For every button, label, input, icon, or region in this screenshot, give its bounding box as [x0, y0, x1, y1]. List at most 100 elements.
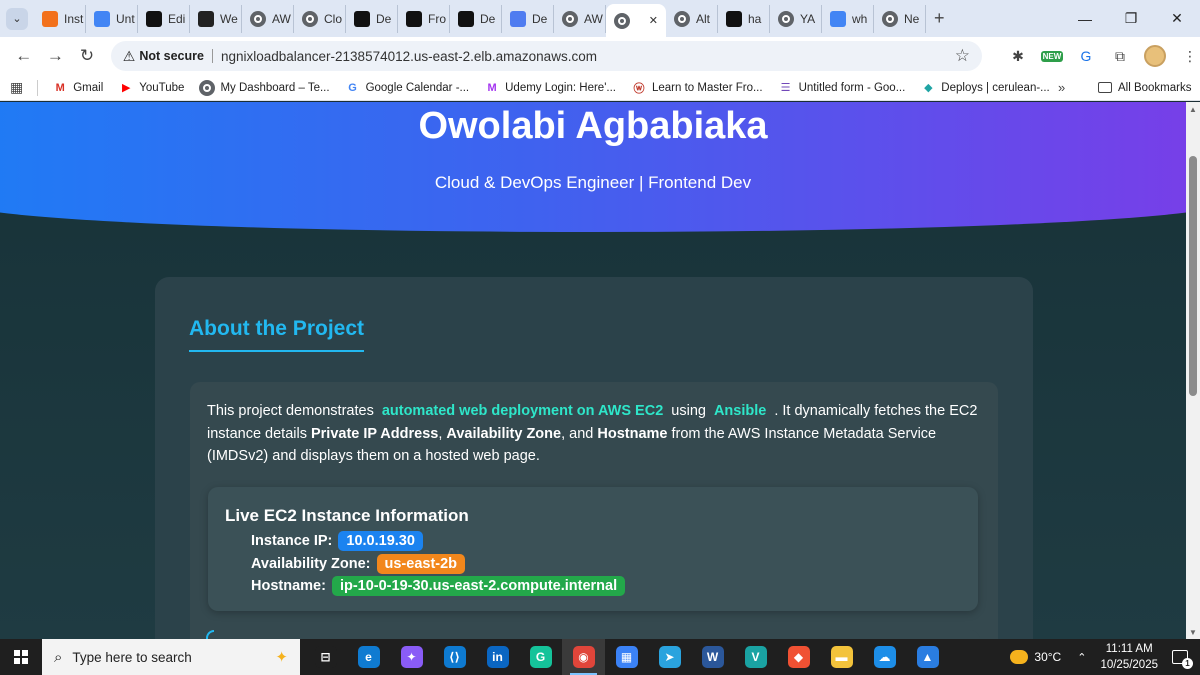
- scroll-up-arrow-icon[interactable]: ▲: [1186, 102, 1200, 116]
- tab-9[interactable]: De: [502, 4, 554, 33]
- hero-subtitle: Cloud & DevOps Engineer | Frontend Dev: [434, 173, 752, 192]
- bookmark-item[interactable]: ⓦ Learn to Master Fro...: [631, 80, 762, 96]
- bookmark-star-icon[interactable]: ☆: [955, 46, 970, 66]
- time: 11:11 AM: [1105, 643, 1153, 655]
- store-taskbar-button[interactable]: ▦: [605, 639, 648, 675]
- bookmark-item[interactable]: ▶ YouTube: [118, 80, 184, 96]
- youtube-icon: ▶: [122, 82, 131, 94]
- page-scrollbar[interactable]: ▲ ▼: [1186, 102, 1200, 639]
- url-text[interactable]: ngnixloadbalancer-2138574012.us-east-2.e…: [221, 49, 955, 64]
- git-taskbar-button[interactable]: ◆: [777, 639, 820, 675]
- bookmark-item[interactable]: M Gmail: [52, 80, 104, 96]
- tab-7[interactable]: Fro: [398, 4, 450, 33]
- medium-icon: [406, 10, 422, 27]
- new-extension-icon[interactable]: NEW: [1040, 46, 1064, 66]
- google-icon: [830, 10, 846, 27]
- tab-label: De: [376, 11, 392, 26]
- tab-right-2[interactable]: YA: [770, 4, 822, 33]
- back-button[interactable]: ←: [8, 40, 40, 72]
- security-label[interactable]: Not secure: [139, 49, 213, 63]
- medium-icon: [354, 10, 370, 27]
- task-view-taskbar-button[interactable]: ⊟: [304, 639, 347, 675]
- grammarly-taskbar-button[interactable]: G: [519, 639, 562, 675]
- taskbar-clock[interactable]: 11:11 AM 10/25/2025: [1100, 641, 1158, 673]
- word-taskbar-button[interactable]: W: [691, 639, 734, 675]
- globe-icon: [199, 79, 216, 96]
- file-explorer-taskbar-button[interactable]: ▬: [820, 639, 863, 675]
- warning-icon[interactable]: ⚠: [123, 48, 136, 65]
- tab-1[interactable]: Unt: [86, 4, 138, 33]
- telegram-icon: ➤: [658, 646, 681, 668]
- medium-icon: [458, 10, 474, 27]
- menu-kebab-icon[interactable]: ⋮: [1180, 46, 1200, 66]
- bookmark-item[interactable]: ◆ Deploys | cerulean-...: [920, 80, 1050, 96]
- bookmark-label: Gmail: [73, 81, 104, 94]
- bookmark-divider: [37, 79, 39, 96]
- bookmark-item[interactable]: My Dashboard – Te...: [199, 79, 330, 96]
- photos-taskbar-button[interactable]: ▲: [906, 639, 949, 675]
- windows-logo-icon: [14, 650, 28, 664]
- start-button[interactable]: [0, 639, 42, 675]
- tab-label: wh: [852, 11, 868, 26]
- tab-5[interactable]: Clo: [294, 4, 346, 33]
- tab-10[interactable]: AW: [554, 4, 606, 33]
- restore-button[interactable]: ❐: [1108, 0, 1154, 37]
- extensions-puzzle-icon[interactable]: ⧉: [1110, 46, 1130, 66]
- all-bookmarks-button[interactable]: All Bookmarks: [1098, 82, 1192, 94]
- tab-right-3[interactable]: wh: [822, 4, 874, 33]
- apps-grid-icon[interactable]: ▦: [10, 79, 23, 96]
- availability-zone-row: Availability Zone: us-east-2b: [251, 554, 466, 574]
- tab-right-4[interactable]: Ne: [874, 4, 926, 33]
- scroll-down-arrow-icon[interactable]: ▼: [1186, 625, 1200, 639]
- tab-right-0[interactable]: Alt: [666, 4, 718, 33]
- tab-0[interactable]: Inst: [34, 4, 86, 33]
- tab-right-1[interactable]: ha: [718, 4, 770, 33]
- edge-icon: e: [357, 646, 380, 668]
- profile-avatar[interactable]: [1143, 45, 1166, 67]
- vs-taskbar-button[interactable]: V: [734, 639, 777, 675]
- translate-icon[interactable]: G: [1076, 46, 1096, 66]
- address-bar[interactable]: ⚠ Not secure ngnixloadbalancer-213857401…: [110, 41, 982, 71]
- page-viewport: Owolabi Agbabiaka Cloud & DevOps Enginee…: [0, 102, 1186, 639]
- tab-4[interactable]: AW: [242, 4, 294, 33]
- bookmark-item[interactable]: G Google Calendar -...: [345, 80, 469, 96]
- tab-3[interactable]: We: [190, 4, 242, 33]
- bookmark-list: M Gmail ▶ YouTube My Dashboard – Te... G Googl…: [52, 79, 1065, 96]
- learn-icon: ⓦ: [633, 82, 645, 95]
- tab-search-button[interactable]: ⌄: [6, 7, 28, 30]
- tab-active[interactable]: ✕: [606, 4, 666, 37]
- bookmarks-overflow-button[interactable]: »: [1058, 80, 1065, 95]
- edge-taskbar-button[interactable]: e: [347, 639, 390, 675]
- close-window-button[interactable]: ✕: [1154, 0, 1200, 37]
- notification-icon[interactable]: 1: [1172, 650, 1193, 669]
- temperature: 30°C: [1034, 650, 1062, 664]
- chrome-taskbar-button[interactable]: ◉: [562, 639, 605, 675]
- reload-button[interactable]: ↻: [71, 40, 103, 72]
- linkedin-taskbar-button[interactable]: in: [476, 639, 519, 675]
- minimize-button[interactable]: —: [1062, 0, 1108, 37]
- bug-extension-icon[interactable]: ✱: [1008, 46, 1028, 66]
- tab-2[interactable]: Edi: [138, 4, 190, 33]
- telegram-taskbar-button[interactable]: ➤: [648, 639, 691, 675]
- scrollbar-thumb[interactable]: [1189, 156, 1197, 396]
- tab-6[interactable]: De: [346, 4, 398, 33]
- instance-info-box: Live EC2 Instance Information Instance I…: [208, 487, 978, 611]
- highlight-ansible: Ansible: [713, 403, 767, 419]
- tab-label: De: [532, 11, 548, 26]
- tab-close-icon[interactable]: ✕: [649, 14, 658, 27]
- tab-8[interactable]: De: [450, 4, 502, 33]
- vscode-taskbar-button[interactable]: ⟨⟩: [433, 639, 476, 675]
- weather-widget[interactable]: 30°C: [1010, 650, 1061, 664]
- chevron-up-icon[interactable]: ⌃: [1077, 651, 1086, 664]
- tab-label: Unt: [116, 11, 135, 26]
- onedrive-taskbar-button[interactable]: ☁: [863, 639, 906, 675]
- new-tab-button[interactable]: +: [934, 8, 945, 29]
- weather-icon: [1010, 650, 1029, 664]
- copilot-taskbar-button[interactable]: ✦: [390, 639, 433, 675]
- globe-icon: [614, 12, 630, 29]
- word-icon: W: [701, 646, 724, 668]
- bookmark-item[interactable]: ☰ Untitled form - Goo...: [778, 80, 906, 96]
- taskbar-search-box[interactable]: ⌕ Type here to search ✦: [42, 639, 300, 675]
- bookmark-item[interactable]: M Udemy Login: Here'...: [484, 80, 616, 96]
- forward-button[interactable]: →: [40, 40, 72, 72]
